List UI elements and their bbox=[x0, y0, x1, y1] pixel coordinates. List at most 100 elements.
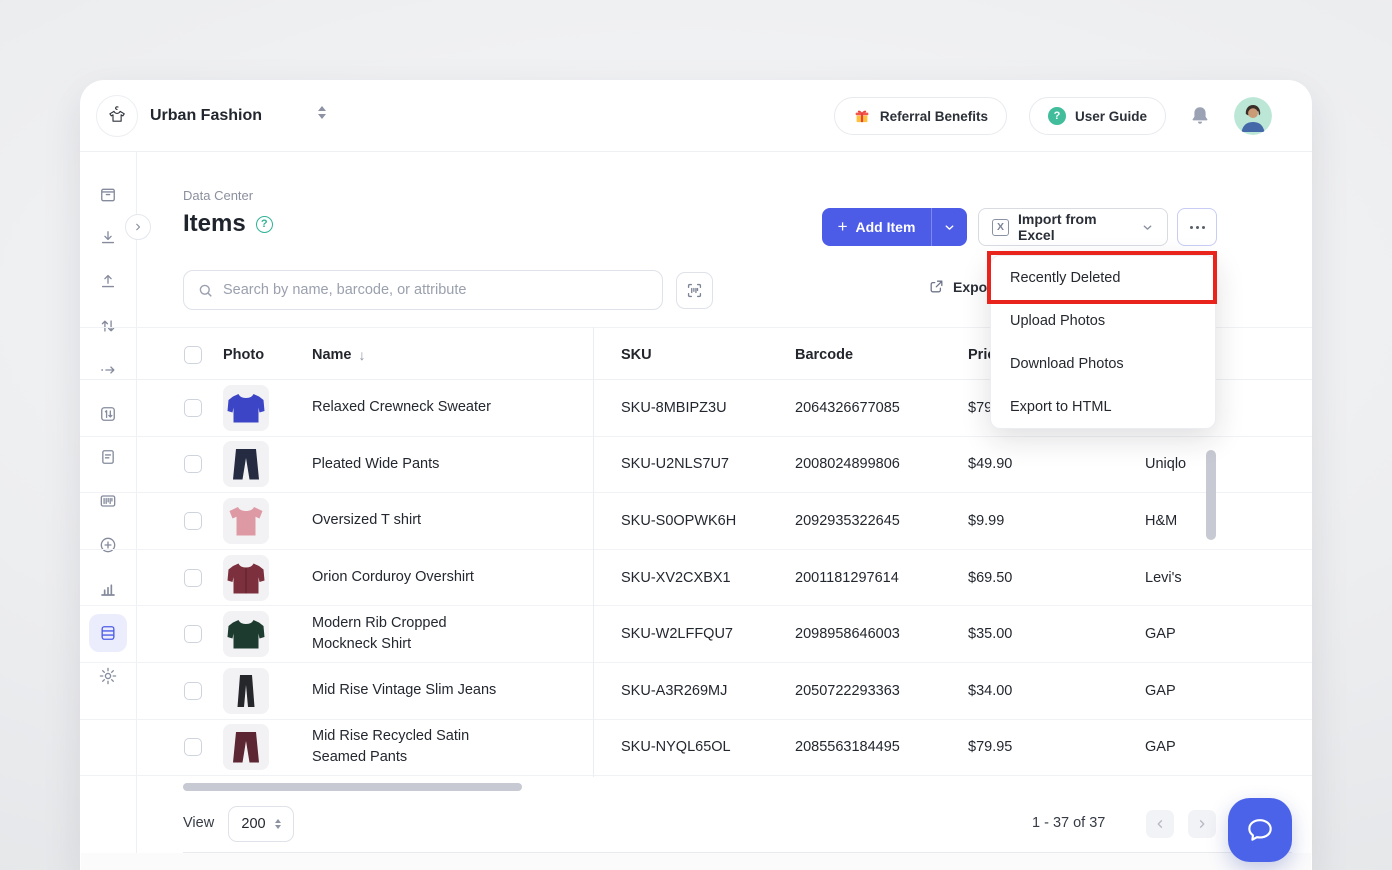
sort-desc-icon: ↓ bbox=[359, 347, 366, 363]
chat-widget-button[interactable] bbox=[1228, 798, 1292, 862]
plus-icon: + bbox=[838, 217, 848, 237]
page-title: Items bbox=[183, 210, 246, 238]
product-sku: SKU-NYQL65OL bbox=[621, 720, 731, 776]
footer-divider bbox=[183, 852, 1292, 853]
product-sku: SKU-8MBIPZ3U bbox=[621, 380, 727, 436]
next-page-button[interactable] bbox=[1188, 810, 1216, 838]
chevron-right-icon bbox=[132, 221, 144, 233]
table-row[interactable]: Orion Corduroy OvershirtSKU-XV2CXBX12001… bbox=[80, 550, 1312, 607]
table-row[interactable]: Modern Rib Cropped Mockneck ShirtSKU-W2L… bbox=[80, 606, 1312, 663]
import-from-excel-button[interactable]: X Import from Excel bbox=[978, 208, 1168, 246]
search-box bbox=[183, 270, 663, 310]
menu-item-download-photos[interactable]: Download Photos bbox=[991, 342, 1215, 385]
download-icon bbox=[98, 228, 118, 248]
column-header-name[interactable]: Name ↓ bbox=[312, 328, 366, 381]
add-item-dropdown-button[interactable] bbox=[932, 208, 967, 246]
page-size-select[interactable]: 200 bbox=[228, 806, 294, 842]
product-photo bbox=[223, 441, 269, 487]
search-icon bbox=[197, 282, 214, 299]
chevron-down-icon bbox=[943, 221, 956, 234]
barcode-scan-button[interactable] bbox=[676, 272, 713, 309]
product-photo bbox=[223, 385, 269, 431]
export-icon bbox=[928, 278, 945, 295]
chevron-right-icon bbox=[1195, 817, 1209, 831]
product-sku: SKU-XV2CXBX1 bbox=[621, 550, 731, 606]
chevron-down-icon bbox=[1141, 221, 1154, 234]
fixed-column-divider bbox=[593, 327, 594, 777]
product-price: $49.90 bbox=[968, 437, 1012, 493]
select-all-checkbox[interactable] bbox=[184, 346, 202, 364]
select-arrows-icon bbox=[275, 819, 281, 829]
product-brand: Uniqlo bbox=[1145, 437, 1186, 493]
barcode-scan-icon bbox=[685, 281, 704, 300]
breadcrumb: Data Center bbox=[183, 188, 253, 203]
horizontal-scrollbar[interactable] bbox=[183, 783, 522, 791]
user-guide-button[interactable]: ? User Guide bbox=[1029, 97, 1166, 135]
row-checkbox[interactable] bbox=[184, 399, 202, 417]
table-row[interactable]: Pleated Wide PantsSKU-U2NLS7U72008024899… bbox=[80, 437, 1312, 494]
search-input[interactable] bbox=[223, 282, 649, 298]
row-checkbox[interactable] bbox=[184, 738, 202, 756]
row-checkbox[interactable] bbox=[184, 512, 202, 530]
company-name[interactable]: Urban Fashion bbox=[150, 80, 262, 152]
row-checkbox[interactable] bbox=[184, 625, 202, 643]
product-sku: SKU-S0OPWK6H bbox=[621, 493, 736, 549]
row-checkbox[interactable] bbox=[184, 682, 202, 700]
gift-icon bbox=[853, 107, 871, 125]
row-checkbox[interactable] bbox=[184, 569, 202, 587]
previous-page-button[interactable] bbox=[1146, 810, 1174, 838]
menu-item-upload-photos[interactable]: Upload Photos bbox=[991, 299, 1215, 342]
vertical-scrollbar[interactable] bbox=[1206, 450, 1216, 540]
screen: Urban Fashion Referral Benefits ? User bbox=[0, 0, 1392, 870]
table-row[interactable]: Oversized T shirtSKU-S0OPWK6H20929353226… bbox=[80, 493, 1312, 550]
product-price: $35.00 bbox=[968, 606, 1012, 662]
add-item-button[interactable]: + Add Item bbox=[822, 208, 932, 246]
view-label: View bbox=[183, 815, 214, 831]
product-barcode: 2092935322645 bbox=[795, 493, 900, 549]
column-header-photo: Photo bbox=[223, 328, 264, 381]
product-brand: GAP bbox=[1145, 720, 1176, 776]
referral-benefits-button[interactable]: Referral Benefits bbox=[834, 97, 1007, 135]
table-row[interactable]: Mid Rise Recycled Satin Seamed PantsSKU-… bbox=[80, 720, 1312, 777]
sidebar-item-package[interactable] bbox=[89, 176, 127, 214]
app-window: Urban Fashion Referral Benefits ? User bbox=[80, 80, 1312, 870]
chat-bubble-icon bbox=[1244, 814, 1276, 846]
table-row[interactable]: Mid Rise Vintage Slim JeansSKU-A3R269MJ2… bbox=[80, 663, 1312, 720]
column-header-barcode: Barcode bbox=[795, 328, 853, 381]
user-avatar[interactable] bbox=[1234, 97, 1272, 135]
product-sku: SKU-U2NLS7U7 bbox=[621, 437, 729, 493]
export-button[interactable]: Export bbox=[928, 278, 997, 295]
more-actions-button[interactable] bbox=[1177, 208, 1217, 246]
import-from-excel-label: Import from Excel bbox=[1018, 211, 1132, 243]
question-badge-icon: ? bbox=[1048, 107, 1066, 125]
pagination-range: 1 - 37 of 37 bbox=[1032, 815, 1105, 831]
product-sku: SKU-A3R269MJ bbox=[621, 663, 727, 719]
ellipsis-icon bbox=[1190, 226, 1193, 229]
help-icon[interactable]: ? bbox=[256, 216, 273, 233]
upload-icon bbox=[98, 272, 118, 292]
product-barcode: 2050722293363 bbox=[795, 663, 900, 719]
row-checkbox[interactable] bbox=[184, 455, 202, 473]
notification-bell-icon[interactable] bbox=[1188, 104, 1212, 128]
product-barcode: 2001181297614 bbox=[795, 550, 899, 606]
product-price: $79.95 bbox=[968, 720, 1012, 776]
add-item-label: Add Item bbox=[856, 219, 916, 235]
product-price: $9.99 bbox=[968, 493, 1004, 549]
company-logo bbox=[96, 95, 138, 137]
product-photo bbox=[223, 611, 269, 657]
menu-item-export-to-html[interactable]: Export to HTML bbox=[991, 385, 1215, 428]
sidebar-item-upload[interactable] bbox=[89, 263, 127, 301]
company-switcher-icon[interactable] bbox=[318, 106, 326, 119]
top-bar: Urban Fashion Referral Benefits ? User bbox=[80, 80, 1312, 152]
product-price: $34.00 bbox=[968, 663, 1012, 719]
sidebar-item-download[interactable] bbox=[89, 219, 127, 257]
product-photo bbox=[223, 555, 269, 601]
top-bar-right: Referral Benefits ? User Guide bbox=[834, 80, 1272, 152]
tshirt-hanger-icon bbox=[103, 102, 131, 130]
menu-item-recently-deleted[interactable]: Recently Deleted bbox=[991, 256, 1215, 299]
referral-benefits-label: Referral Benefits bbox=[880, 109, 988, 124]
product-barcode: 2098958646003 bbox=[795, 606, 900, 662]
product-barcode: 2008024899806 bbox=[795, 437, 900, 493]
product-name: Modern Rib Cropped Mockneck Shirt bbox=[312, 606, 502, 662]
sidebar-expand-button[interactable] bbox=[125, 214, 151, 240]
